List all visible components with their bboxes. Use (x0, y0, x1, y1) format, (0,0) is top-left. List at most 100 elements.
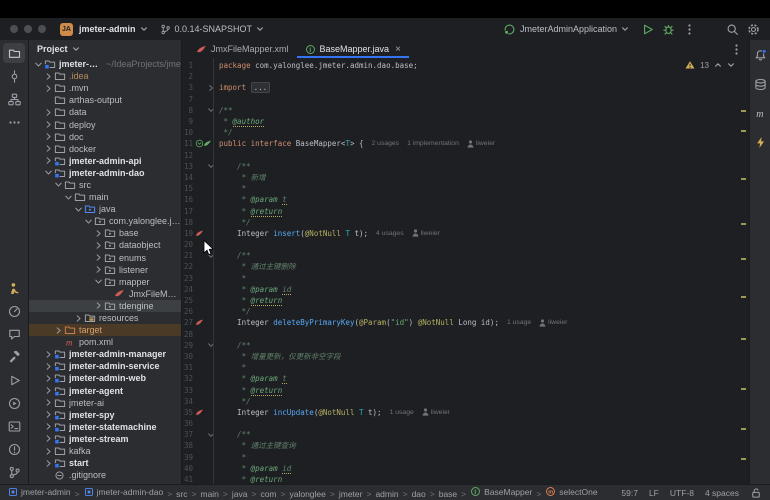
line-number[interactable]: 40 (182, 464, 193, 473)
tree-chevron-icon[interactable] (43, 374, 53, 383)
tree-chevron-icon[interactable] (43, 72, 53, 81)
run-button[interactable] (638, 20, 656, 38)
code-line[interactable]: 27 Integer deleteByPrimaryKey(@Param("id… (182, 317, 749, 328)
line-number[interactable]: 35 (182, 408, 193, 417)
warning-stripe-mark[interactable] (741, 458, 746, 460)
line-number[interactable]: 16 (182, 195, 193, 204)
tree-item[interactable]: deploy (29, 118, 181, 130)
tree-item[interactable]: arthas-output (29, 94, 181, 106)
tree-item[interactable]: enums (29, 252, 181, 264)
code-line[interactable]: 7 (182, 94, 749, 105)
minimize-window-button[interactable] (24, 25, 32, 33)
tool-terminal[interactable] (3, 416, 25, 436)
avatar[interactable]: JA (60, 23, 73, 36)
code-line[interactable]: 36 (182, 418, 749, 429)
tree-item[interactable]: jmeter-admin-manager (29, 348, 181, 360)
line-number[interactable]: 36 (182, 419, 193, 428)
breadcrumb-item[interactable]: jmeter (339, 489, 363, 499)
fold-toggle-icon[interactable] (207, 162, 215, 170)
next-problem-icon[interactable] (727, 61, 735, 69)
fold-toggle-icon[interactable] (207, 84, 215, 92)
line-number[interactable]: 23 (182, 274, 193, 283)
tool-version-control[interactable] (3, 462, 25, 482)
tree-item[interactable]: dataobject (29, 239, 181, 251)
code-line[interactable]: 18 */ (182, 217, 749, 228)
unlock-icon[interactable] (750, 487, 762, 499)
breadcrumb-item[interactable]: com (260, 489, 276, 499)
tree-chevron-icon[interactable] (43, 108, 53, 117)
tree-item[interactable]: base (29, 227, 181, 239)
tree-chevron-icon[interactable] (43, 398, 53, 407)
warning-stripe-mark[interactable] (741, 130, 746, 132)
tree-item[interactable]: doc (29, 131, 181, 143)
line-number[interactable]: 27 (182, 318, 193, 327)
code-line[interactable]: 26 */ (182, 306, 749, 317)
tree-item[interactable]: target (29, 324, 181, 336)
tree-item[interactable]: com.yalonglee.jmeter.ad (29, 215, 181, 227)
tree-chevron-icon[interactable] (63, 193, 73, 202)
mybatis-gutter-icon[interactable] (195, 229, 204, 238)
tab-options-icon[interactable] (730, 43, 743, 56)
tree-item[interactable]: tdengine (29, 300, 181, 312)
line-number[interactable]: 10 (182, 128, 193, 137)
line-number[interactable]: 21 (182, 251, 193, 260)
line-number[interactable]: 26 (182, 307, 193, 316)
editor-tab[interactable]: JmxFileMapper.xml (188, 40, 297, 58)
tree-chevron-icon[interactable] (93, 253, 103, 262)
line-number[interactable]: 24 (182, 285, 193, 294)
mybatis-gutter-icon[interactable] (203, 139, 212, 148)
tree-chevron-icon[interactable] (93, 301, 103, 310)
usages-hint[interactable]: 1 usage (390, 409, 414, 416)
author-hint[interactable]: liweier (422, 408, 450, 416)
line-number[interactable]: 9 (182, 117, 193, 126)
tool-commit[interactable] (3, 66, 25, 86)
breadcrumb-item[interactable]: dao (412, 489, 426, 499)
tree-item[interactable]: JmxFileMapper (29, 288, 181, 300)
code-line[interactable]: 38 * 通过主键查询 (182, 440, 749, 451)
project-widget[interactable]: jmeter-admin (73, 22, 154, 36)
code-line[interactable]: 22 * 通过主键删除 (182, 261, 749, 272)
line-number[interactable]: 29 (182, 341, 193, 350)
breadcrumb-item[interactable]: jmeter-admin (8, 487, 71, 497)
line-number[interactable]: 39 (182, 453, 193, 462)
author-hint[interactable]: liweier (412, 229, 440, 237)
tree-item[interactable]: jmeter-statemachine (29, 421, 181, 433)
tree-chevron-icon[interactable] (93, 241, 103, 250)
line-number[interactable]: 28 (182, 330, 193, 339)
breadcrumb-item[interactable]: admin (375, 489, 398, 499)
close-tab-icon[interactable]: × (395, 44, 401, 55)
line-number[interactable]: 17 (182, 207, 193, 216)
error-stripe[interactable] (740, 58, 747, 485)
code-line[interactable]: 20 (182, 239, 749, 250)
line-number[interactable]: 18 (182, 218, 193, 227)
line-number[interactable]: 37 (182, 430, 193, 439)
tool-ai-chat[interactable] (3, 324, 25, 344)
warning-stripe-mark[interactable] (741, 428, 746, 430)
tree-chevron-icon[interactable] (43, 422, 53, 431)
code-line[interactable]: 40 * @param id (182, 463, 749, 474)
tool-more-tools[interactable] (3, 112, 25, 132)
tree-chevron-icon[interactable] (43, 410, 53, 419)
code-line[interactable]: 15 * (182, 183, 749, 194)
code-line[interactable]: 21 /** (182, 250, 749, 261)
tool-notifications[interactable] (749, 45, 770, 65)
tree-chevron-icon[interactable] (43, 132, 53, 141)
code-line[interactable]: 30 * 增量更新，仅更新非空字段 (182, 351, 749, 362)
tree-chevron-icon[interactable] (93, 277, 103, 286)
line-number[interactable]: 12 (182, 151, 193, 160)
encoding-widget[interactable]: UTF-8 (670, 488, 694, 498)
code-line[interactable]: 17 * @return (182, 205, 749, 216)
code-line[interactable]: 24 * @param id (182, 284, 749, 295)
line-number[interactable]: 11 (182, 139, 193, 148)
branch-widget[interactable]: 0.0.14-SNAPSHOT (154, 22, 271, 37)
code-line[interactable]: 19 Integer insert(@NotNull T t);4 usages… (182, 228, 749, 239)
zoom-window-button[interactable] (38, 25, 46, 33)
tree-chevron-icon[interactable] (43, 386, 53, 395)
tree-item[interactable]: .idea (29, 70, 181, 82)
warning-stripe-mark[interactable] (741, 178, 746, 180)
tree-chevron-icon[interactable] (43, 459, 53, 468)
tree-item[interactable]: jmeter-admin-dao (29, 167, 181, 179)
tree-item[interactable]: .gitignore (29, 469, 181, 481)
code-line[interactable]: 13 /** (182, 161, 749, 172)
usages-hint[interactable]: 1 usage (507, 319, 531, 326)
